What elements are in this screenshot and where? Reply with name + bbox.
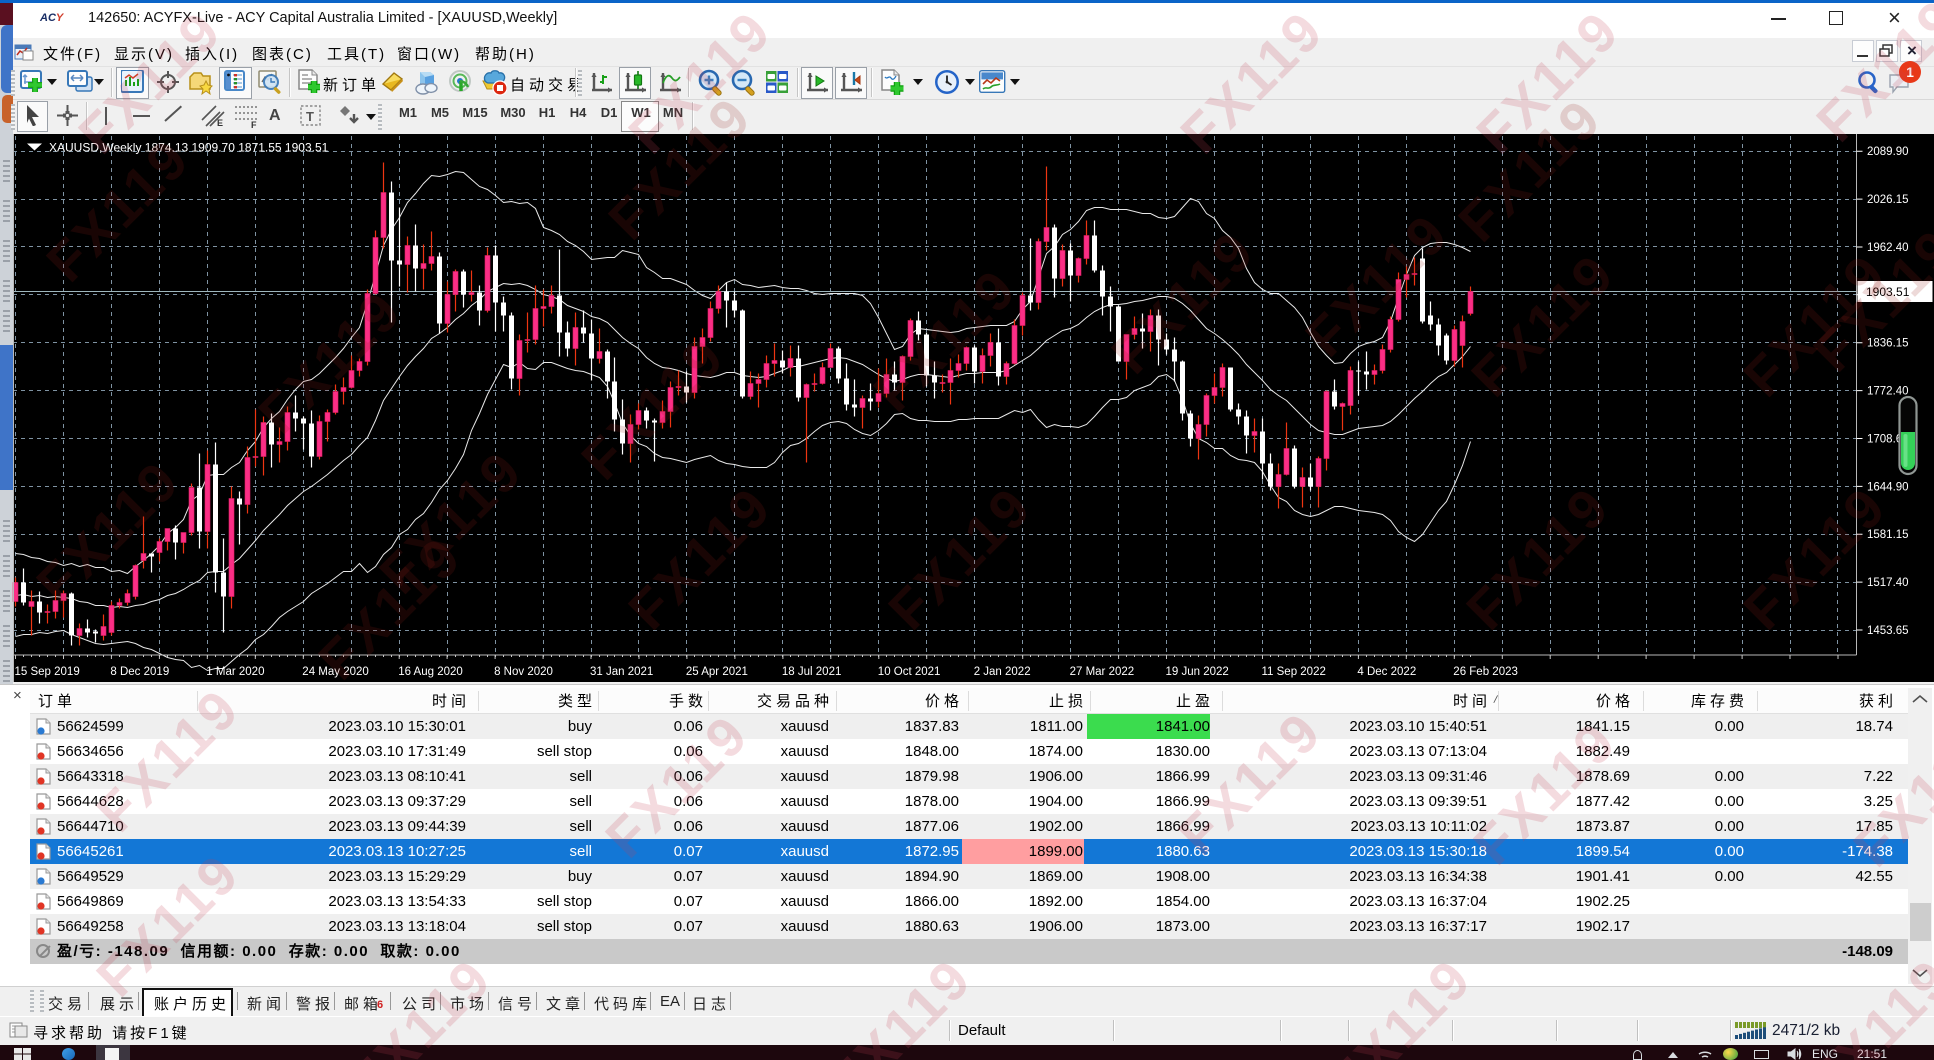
svg-text:1644.90: 1644.90 [1867, 481, 1909, 493]
svg-text:1962.40: 1962.40 [1867, 242, 1909, 254]
svg-text:2026.15: 2026.15 [1867, 194, 1909, 206]
svg-text:1453.65: 1453.65 [1867, 625, 1909, 637]
svg-text:1836.15: 1836.15 [1867, 338, 1909, 350]
svg-text:15 Sep 2019: 15 Sep 2019 [15, 666, 80, 678]
svg-text:10 Oct 2021: 10 Oct 2021 [878, 666, 941, 678]
svg-text:24 May 2020: 24 May 2020 [302, 666, 369, 678]
svg-text:25 Apr 2021: 25 Apr 2021 [686, 666, 748, 678]
svg-text:19 Jun 2022: 19 Jun 2022 [1166, 666, 1229, 678]
svg-text:18 Jul 2021: 18 Jul 2021 [782, 666, 841, 678]
svg-text:1903.51: 1903.51 [1866, 285, 1910, 299]
svg-text:8 Nov 2020: 8 Nov 2020 [494, 666, 553, 678]
svg-text:8 Dec 2019: 8 Dec 2019 [110, 666, 169, 678]
svg-text:11 Sep 2022: 11 Sep 2022 [1262, 666, 1326, 678]
svg-text:1772.40: 1772.40 [1867, 386, 1909, 398]
svg-text:2 Jan 2022: 2 Jan 2022 [974, 666, 1031, 678]
svg-text:2089.90: 2089.90 [1867, 146, 1909, 158]
svg-text:27 Mar 2022: 27 Mar 2022 [1070, 666, 1135, 678]
svg-text:31 Jan 2021: 31 Jan 2021 [590, 666, 653, 678]
svg-text:1 Mar 2020: 1 Mar 2020 [206, 666, 264, 678]
svg-text:4 Dec 2022: 4 Dec 2022 [1357, 666, 1416, 678]
svg-text:1517.40: 1517.40 [1867, 577, 1909, 589]
svg-text:26 Feb 2023: 26 Feb 2023 [1453, 666, 1518, 678]
svg-text:XAUUSD,Weekly 1874.13 1909.70: XAUUSD,Weekly 1874.13 1909.70 1871.55 19… [49, 141, 329, 155]
svg-text:1581.15: 1581.15 [1867, 529, 1909, 541]
svg-text:16 Aug 2020: 16 Aug 2020 [398, 666, 463, 678]
